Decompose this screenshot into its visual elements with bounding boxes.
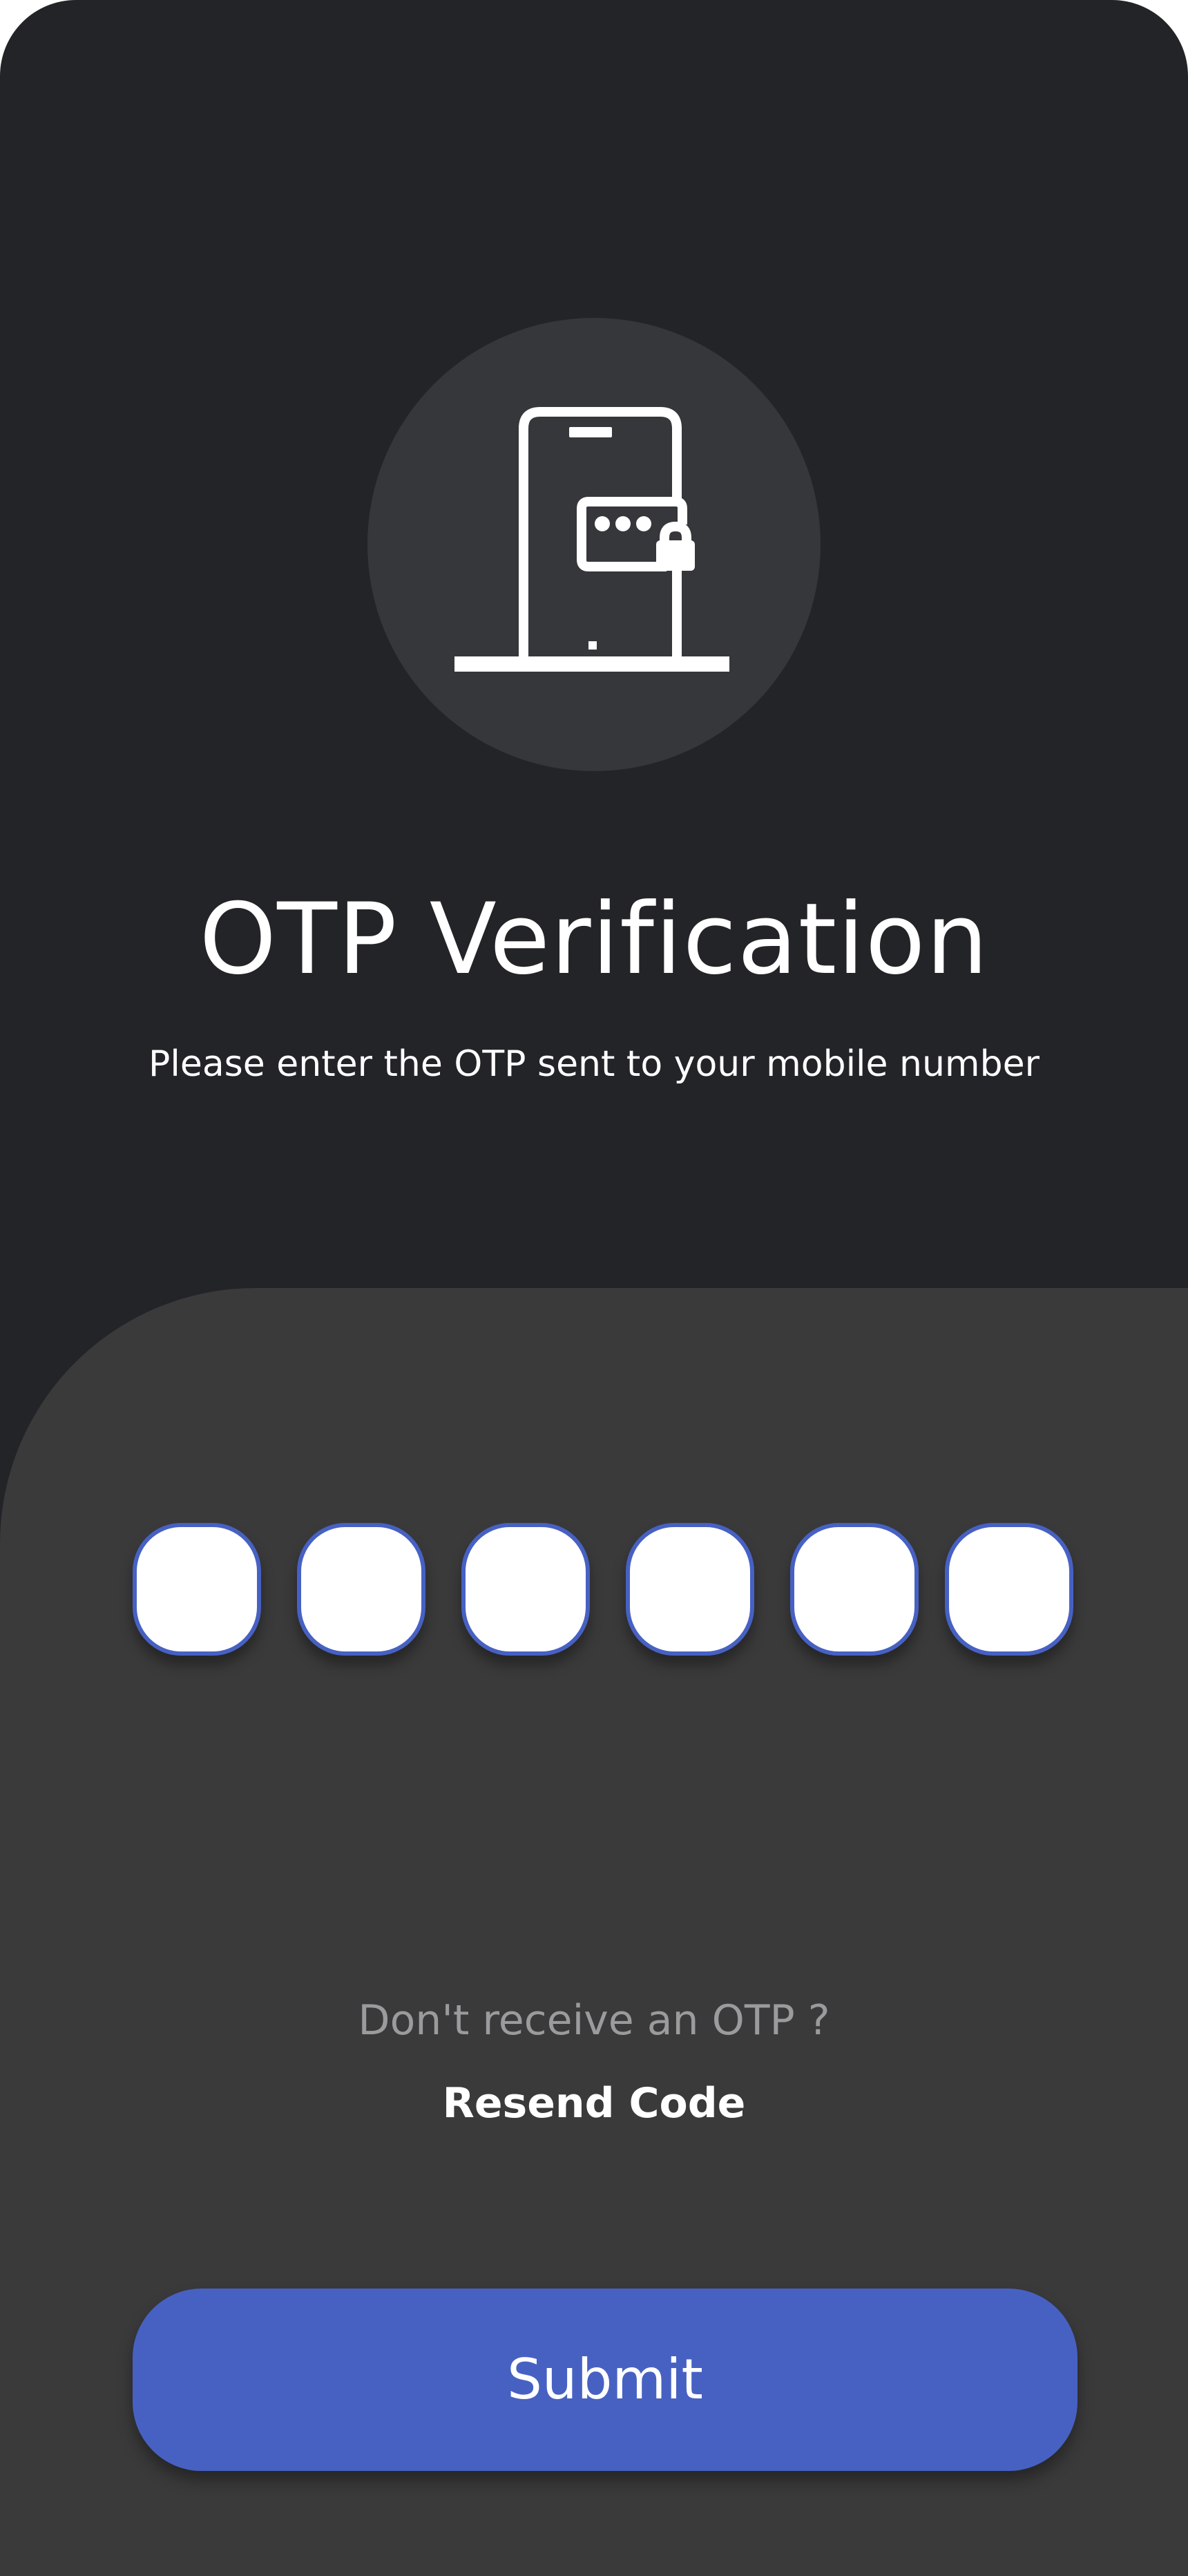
icon-container: [367, 318, 821, 771]
resend-prompt: Don't receive an OTP ?: [358, 1996, 830, 2045]
page-subtitle: Please enter the OTP sent to your mobile…: [148, 1043, 1040, 1085]
otp-digit-3[interactable]: [461, 1523, 590, 1656]
otp-digit-1[interactable]: [133, 1523, 261, 1656]
otp-verification-screen: OTP Verification Please enter the OTP se…: [0, 0, 1188, 2576]
otp-digit-2[interactable]: [297, 1523, 425, 1656]
page-title: OTP Verification: [199, 882, 989, 996]
phone-lock-icon: [454, 407, 729, 672]
otp-digit-6[interactable]: [945, 1523, 1073, 1656]
otp-digit-5[interactable]: [790, 1523, 919, 1656]
otp-digit-4[interactable]: [626, 1523, 754, 1656]
resend-code-link[interactable]: Resend Code: [0, 2076, 1188, 2131]
submit-button[interactable]: Submit: [133, 2289, 1077, 2471]
